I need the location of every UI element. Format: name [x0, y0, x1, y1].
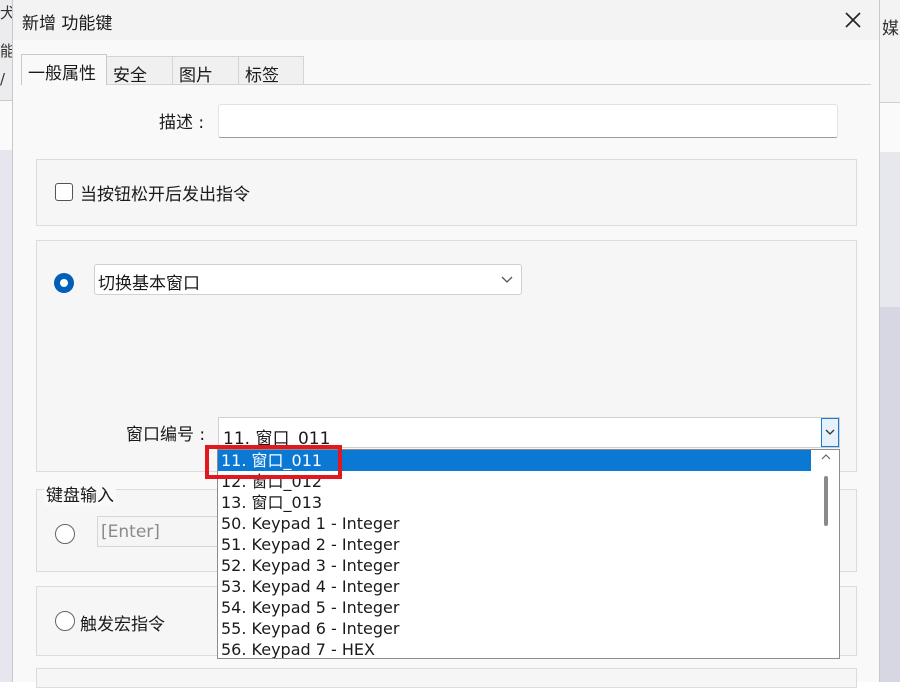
dialog-title: 新增 功能键 — [22, 14, 113, 34]
dropdown-option[interactable]: 13. 窗口_013 — [218, 492, 811, 513]
dropdown-option[interactable]: 55. Keypad 6 - Integer — [218, 618, 811, 639]
title-bar: 新增 功能键 — [13, 0, 879, 40]
release-option-group: 当按钮松开后发出指令 — [36, 159, 857, 226]
action-select-value: 切换基本窗口 — [98, 274, 200, 294]
release-checkbox[interactable] — [55, 183, 73, 201]
close-icon — [845, 12, 861, 28]
keyboard-input-value: [Enter] — [101, 522, 160, 542]
dropdown-option[interactable]: 54. Keypad 5 - Integer — [218, 597, 811, 618]
background-window-right: 媒 — [878, 0, 900, 682]
action-radio[interactable] — [54, 273, 74, 293]
tab-general[interactable]: 一般属性 — [21, 54, 107, 85]
background-window-left: 犬 能 / — [0, 0, 15, 682]
dropdown-scrollbar[interactable] — [813, 450, 839, 658]
keyboard-radio[interactable] — [55, 524, 75, 544]
window-number-label: 窗口编号 : — [126, 425, 206, 445]
chevron-down-icon — [501, 276, 513, 283]
background-ruler — [0, 100, 12, 151]
window-number-combo[interactable]: 11. 窗口_011 — [218, 417, 840, 449]
highlight-box — [205, 445, 342, 479]
keyboard-legend: 键盘输入 — [44, 481, 116, 506]
background-panel — [878, 307, 900, 682]
release-checkbox-label: 当按钮松开后发出指令 — [80, 185, 250, 205]
tab-divider — [21, 84, 871, 85]
combo-dropdown-button[interactable] — [821, 418, 839, 447]
background-panel — [878, 152, 900, 307]
background-ruler — [878, 102, 900, 154]
dropdown-option[interactable]: 53. Keypad 4 - Integer — [218, 576, 811, 597]
dropdown-option[interactable]: 52. Keypad 3 - Integer — [218, 555, 811, 576]
scroll-up-icon[interactable] — [821, 453, 831, 461]
window-number-dropdown-list: 11. 窗口_011 12. 窗口_012 13. 窗口_013 50. Key… — [217, 449, 840, 659]
background-panel — [0, 150, 12, 682]
action-select[interactable]: 切换基本窗口 — [94, 264, 522, 295]
dropdown-option[interactable]: 51. Keypad 2 - Integer — [218, 534, 811, 555]
background-glyph: / — [0, 70, 6, 88]
tab-security[interactable]: 安全 — [106, 56, 173, 86]
scrollbar-thumb[interactable] — [824, 476, 828, 526]
tab-picture[interactable]: 图片 — [172, 56, 239, 86]
macro-radio[interactable] — [55, 611, 75, 631]
dropdown-option[interactable]: 50. Keypad 1 - Integer — [218, 513, 811, 534]
description-input[interactable] — [218, 104, 838, 138]
description-label: 描述 : — [159, 113, 205, 133]
background-glyph: 媒 — [882, 19, 899, 39]
close-button[interactable] — [833, 3, 873, 37]
next-group — [36, 668, 857, 688]
chevron-down-icon — [825, 429, 835, 435]
macro-label: 触发宏指令 — [80, 615, 165, 635]
tab-label[interactable]: 标签 — [238, 56, 304, 86]
dropdown-option[interactable]: 56. Keypad 7 - HEX — [218, 639, 811, 658]
